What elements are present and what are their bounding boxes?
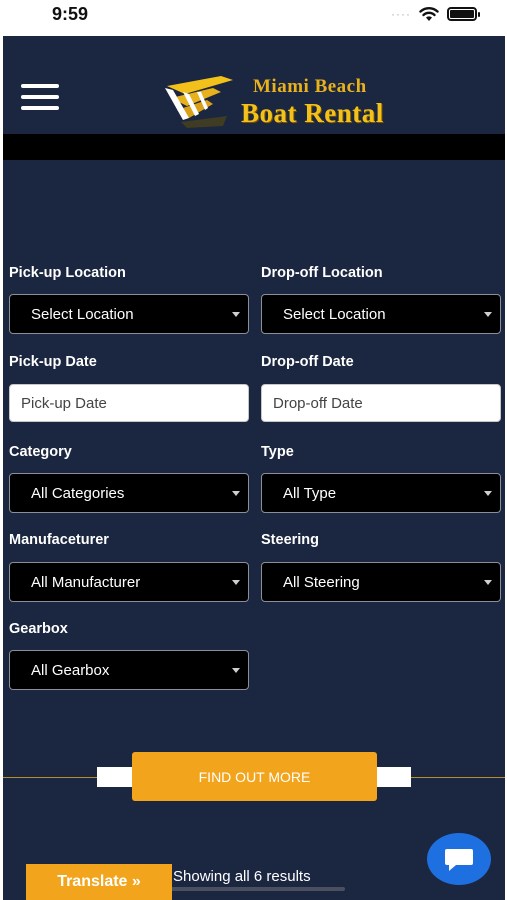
category-value: All Categories xyxy=(31,485,125,502)
results-count-text: Showing all 6 results xyxy=(173,868,311,885)
gearbox-select[interactable]: All Gearbox xyxy=(9,650,249,690)
header: Miami Beach Boat Rental xyxy=(3,36,505,134)
pickup-location-label: Pick-up Location xyxy=(9,265,126,281)
dropdown-caret-icon xyxy=(232,312,240,317)
brand-logo[interactable]: Miami Beach Boat Rental xyxy=(163,72,393,132)
dropdown-caret-icon xyxy=(232,491,240,496)
manufacturer-select[interactable]: All Manufacturer xyxy=(9,562,249,602)
wifi-icon xyxy=(419,7,439,21)
manufacturer-value: All Manufacturer xyxy=(31,574,141,591)
pickup-location-value: Select Location xyxy=(31,306,134,323)
dropoff-date-label: Drop-off Date xyxy=(261,354,354,370)
speed-chevrons-logo xyxy=(165,76,233,128)
chat-button[interactable] xyxy=(427,833,491,885)
translate-button[interactable]: Translate » xyxy=(26,864,172,900)
type-value: All Type xyxy=(283,485,337,502)
hamburger-menu-icon[interactable] xyxy=(21,84,59,114)
dropdown-caret-icon xyxy=(232,668,240,673)
dropoff-location-select[interactable]: Select Location xyxy=(261,294,501,334)
dropdown-caret-icon xyxy=(232,580,240,585)
signal-dots-icon: ···· xyxy=(391,7,411,21)
dropdown-caret-icon xyxy=(484,580,492,585)
find-out-more-button[interactable]: FIND OUT MORE xyxy=(132,752,377,801)
app-screen: Miami Beach Boat Rental Pick-up Location… xyxy=(3,36,505,900)
category-select[interactable]: All Categories xyxy=(9,473,249,513)
gearbox-value: All Gearbox xyxy=(31,662,110,679)
manufacturer-label: Manufaceturer xyxy=(9,532,109,548)
results-underline xyxy=(171,887,345,891)
steering-select[interactable]: All Steering xyxy=(261,562,501,602)
steering-label: Steering xyxy=(261,532,320,548)
dropoff-location-value: Select Location xyxy=(283,306,386,323)
status-icons: ···· xyxy=(391,6,480,22)
status-time: 9:59 xyxy=(52,4,89,24)
status-bar: 9:59 ···· xyxy=(0,0,507,36)
logo-text-line1: Miami Beach xyxy=(253,76,367,97)
header-divider-band xyxy=(3,134,505,160)
cta-right-tab xyxy=(375,767,411,787)
dropdown-caret-icon xyxy=(484,312,492,317)
dropoff-date-input[interactable] xyxy=(261,384,501,422)
type-label: Type xyxy=(261,444,294,460)
cta-left-tab xyxy=(97,767,133,787)
pickup-date-input[interactable] xyxy=(9,384,249,422)
dropdown-caret-icon xyxy=(484,491,492,496)
type-select[interactable]: All Type xyxy=(261,473,501,513)
chat-bubble-icon xyxy=(445,849,473,871)
pickup-location-select[interactable]: Select Location xyxy=(9,294,249,334)
logo-text-line2: Boat Rental xyxy=(241,98,384,128)
gearbox-label: Gearbox xyxy=(9,621,68,637)
pickup-date-label: Pick-up Date xyxy=(9,354,97,370)
dropoff-location-label: Drop-off Location xyxy=(261,265,383,281)
category-label: Category xyxy=(9,444,72,460)
battery-icon xyxy=(447,7,480,21)
steering-value: All Steering xyxy=(283,574,360,591)
